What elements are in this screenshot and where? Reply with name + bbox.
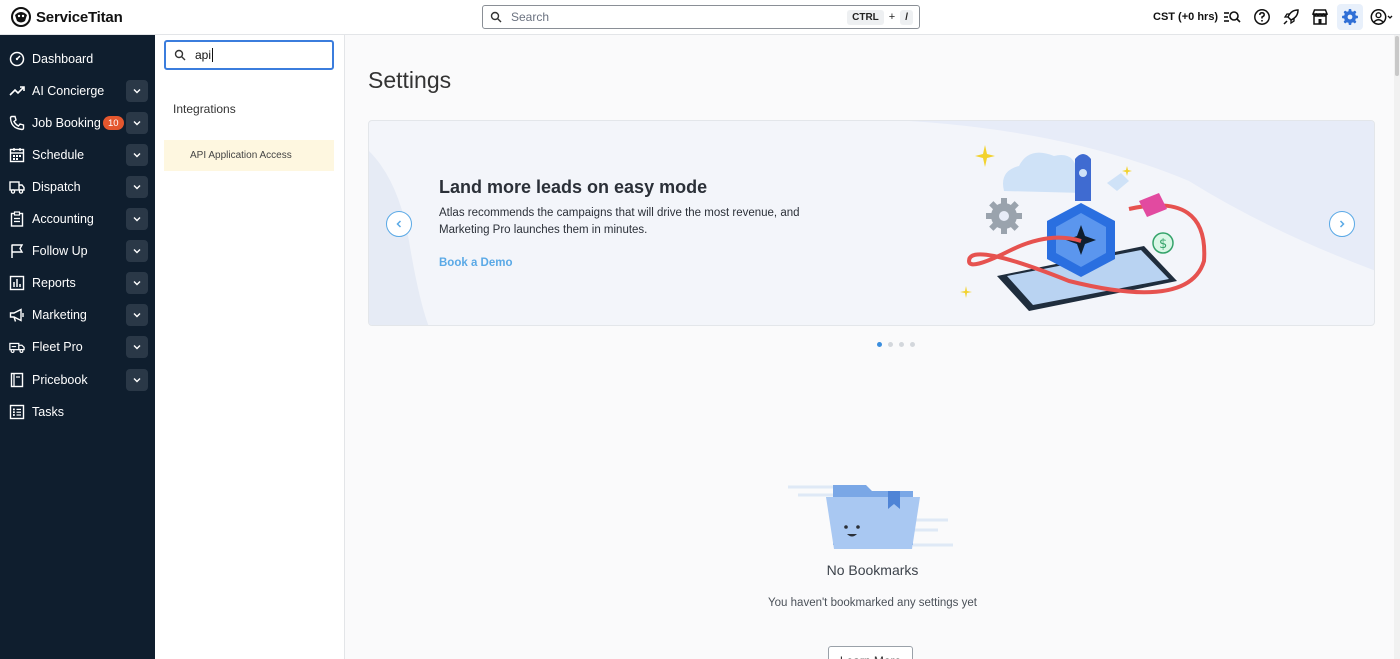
sidebar-item-job-booking[interactable]: Job Booking 10 — [0, 109, 155, 137]
sidebar-item-tasks[interactable]: Tasks — [0, 398, 155, 426]
settings-search-value[interactable]: api — [195, 47, 214, 63]
learn-more-button[interactable]: Learn More — [828, 646, 913, 659]
carousel-dot[interactable] — [888, 342, 893, 347]
chevron-right-icon — [1339, 220, 1345, 228]
shortcut-key-ctrl: CTRL — [847, 9, 884, 25]
chevron-left-icon — [396, 220, 402, 228]
sidebar-item-label: Job Booking — [32, 116, 101, 130]
fleet-icon — [9, 339, 25, 355]
book-icon — [9, 372, 25, 388]
page-scrollbar[interactable] — [1394, 35, 1400, 659]
chevron-down-icon[interactable] — [126, 144, 148, 166]
empty-state-title: No Bookmarks — [826, 562, 919, 578]
truck-icon — [9, 179, 25, 195]
sidebar-item-label: Follow Up — [32, 244, 88, 258]
search-result-label: API Application Access — [190, 150, 292, 161]
global-search[interactable]: Search CTRL + / — [482, 5, 920, 29]
chevron-down-icon[interactable] — [126, 240, 148, 262]
shortcut-key-slash: / — [900, 9, 913, 25]
search-list-icon[interactable] — [1223, 8, 1241, 26]
chevron-down-icon[interactable] — [126, 272, 148, 294]
carousel-dot[interactable] — [910, 342, 915, 347]
search-placeholder[interactable]: Search — [511, 10, 847, 24]
result-group-label: Integrations — [173, 102, 236, 116]
sidebar-item-dashboard[interactable]: Dashboard — [0, 45, 155, 73]
flag-icon — [9, 243, 25, 259]
chevron-down-icon[interactable] — [126, 369, 148, 391]
megaphone-icon — [9, 307, 25, 323]
chevron-down-icon[interactable] — [126, 208, 148, 230]
scrollbar-thumb[interactable] — [1395, 36, 1399, 76]
carousel-next-button[interactable] — [1329, 211, 1355, 237]
sidebar-item-label: Reports — [32, 276, 76, 290]
promo-banner: $ Land more leads on easy mode Atlas rec… — [368, 120, 1375, 326]
sidebar-item-label: Fleet Pro — [32, 340, 83, 354]
tasks-icon — [9, 404, 25, 420]
settings-search-input[interactable]: api — [164, 40, 334, 70]
sidebar-item-label: Tasks — [32, 405, 64, 419]
main-content: Settings $ Land more leads on easy mode … — [345, 35, 1400, 659]
sidebar-item-ai-concierge[interactable]: AI Concierge — [0, 77, 155, 105]
top-bar: ServiceTitan Search CTRL + / CST (+0 hrs… — [0, 0, 1400, 35]
dashboard-icon — [9, 51, 25, 67]
phone-icon — [9, 115, 25, 131]
search-icon — [174, 49, 186, 61]
sidebar-item-label: Dashboard — [32, 52, 94, 66]
timezone-label[interactable]: CST (+0 hrs) — [1153, 11, 1218, 23]
empty-state-subtitle: You haven't bookmarked any settings yet — [768, 597, 977, 609]
sidebar: Dashboard AI Concierge Job Booking 10 Sc… — [0, 35, 155, 659]
sidebar-item-label: Dispatch — [32, 180, 81, 194]
titan-logo-icon — [11, 7, 31, 27]
carousel-dot[interactable] — [899, 342, 904, 347]
settings-search-panel: api Integrations API Application Access — [155, 35, 345, 659]
shortcut-plus: + — [888, 11, 896, 23]
brand-logo[interactable]: ServiceTitan — [10, 6, 123, 28]
gear-icon[interactable] — [1337, 4, 1363, 30]
carousel-prev-button[interactable] — [386, 211, 412, 237]
svg-text:$: $ — [1159, 237, 1167, 252]
sidebar-item-pricebook[interactable]: Pricebook — [0, 366, 155, 394]
search-icon — [490, 11, 502, 23]
sidebar-item-label: AI Concierge — [32, 84, 105, 98]
sidebar-item-accounting[interactable]: Accounting — [0, 205, 155, 233]
sidebar-item-schedule[interactable]: Schedule — [0, 141, 155, 169]
account-icon[interactable] — [1370, 8, 1394, 26]
carousel-dot[interactable] — [877, 342, 882, 347]
sidebar-item-reports[interactable]: Reports — [0, 269, 155, 297]
sidebar-item-label: Marketing — [32, 308, 87, 322]
text-cursor — [212, 48, 214, 63]
store-icon[interactable] — [1311, 8, 1329, 26]
sidebar-item-fleet-pro[interactable]: Fleet Pro — [0, 333, 155, 361]
sidebar-item-label: Schedule — [32, 148, 85, 162]
sidebar-item-dispatch[interactable]: Dispatch — [0, 173, 155, 201]
brand-name: ServiceTitan — [36, 8, 123, 26]
chevron-down-icon[interactable] — [126, 176, 148, 198]
chevron-down-icon[interactable] — [126, 112, 148, 134]
sidebar-item-marketing[interactable]: Marketing — [0, 301, 155, 329]
book-demo-link[interactable]: Book a Demo — [439, 257, 513, 269]
clipboard-icon — [9, 211, 25, 227]
banner-description: Atlas recommends the campaigns that will… — [439, 207, 800, 236]
search-result-item[interactable]: API Application Access — [164, 140, 334, 171]
carousel-dots — [877, 342, 915, 347]
chevron-down-icon[interactable] — [126, 80, 148, 102]
rocket-icon[interactable] — [1282, 8, 1300, 26]
sidebar-item-follow-up[interactable]: Follow Up — [0, 237, 155, 265]
empty-folder-illustration — [788, 485, 953, 549]
trend-icon — [9, 83, 25, 99]
chevron-down-icon[interactable] — [126, 336, 148, 358]
notification-badge: 10 — [103, 116, 124, 130]
banner-title: Land more leads on easy mode — [439, 177, 708, 197]
chart-icon — [9, 275, 25, 291]
chevron-down-icon[interactable] — [126, 304, 148, 326]
sidebar-item-label: Accounting — [32, 212, 94, 226]
search-query-text: api — [195, 47, 212, 62]
help-icon[interactable] — [1253, 8, 1271, 26]
page-title: Settings — [368, 67, 452, 93]
sidebar-item-label: Pricebook — [32, 373, 88, 387]
calendar-icon — [9, 147, 25, 163]
